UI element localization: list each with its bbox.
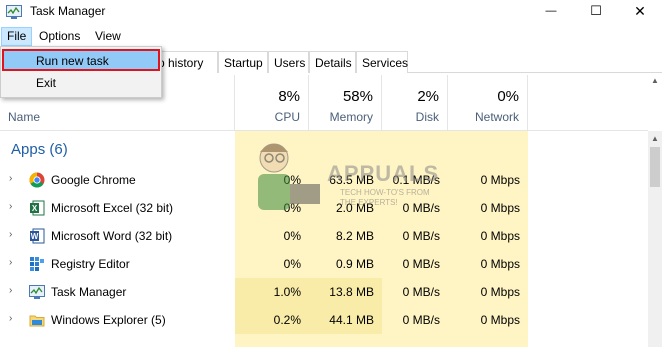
cpu-total: 8%	[278, 88, 300, 105]
chrome-icon	[29, 172, 45, 188]
minimize-icon: —	[545, 5, 557, 17]
column-label-memory: Memory	[329, 110, 373, 124]
collapse-header-icon[interactable]: ▲	[648, 76, 662, 90]
table-row[interactable]: › Registry Editor 0% 0.9 MB 0 MB/s 0 Mbp…	[0, 250, 648, 278]
expand-chevron-icon[interactable]: ›	[9, 174, 19, 184]
column-header-cpu[interactable]: 8% CPU	[235, 75, 309, 130]
group-title-apps: Apps (6)	[11, 141, 68, 158]
expand-chevron-icon[interactable]: ›	[9, 202, 19, 212]
expand-chevron-icon[interactable]: ›	[9, 314, 19, 324]
column-label-name: Name	[8, 110, 41, 124]
window-title: Task Manager	[30, 4, 106, 18]
column-label-cpu: CPU	[274, 110, 300, 124]
menu-item-exit[interactable]: Exit	[2, 72, 160, 94]
table-row[interactable]: › X Microsoft Excel (32 bit) 0% 2.0 MB 0…	[0, 194, 648, 222]
svg-text:X: X	[32, 204, 38, 213]
maximize-icon: ☐	[590, 3, 602, 18]
disk-value: 0 MB/s	[402, 313, 440, 327]
registry-icon	[30, 257, 44, 271]
table-row[interactable]: › Task Manager 1.0% 13.8 MB 0 MB/s 0 Mbp…	[0, 278, 648, 306]
menu-options[interactable]: Options	[33, 27, 86, 46]
column-label-network: Network	[474, 110, 519, 124]
column-header-memory[interactable]: 58% Memory	[309, 75, 382, 130]
tab-users[interactable]: Users	[268, 51, 309, 73]
expand-chevron-icon[interactable]: ›	[9, 230, 19, 240]
header-divider	[0, 130, 648, 131]
expand-chevron-icon[interactable]: ›	[9, 286, 19, 296]
column-label-disk: Disk	[415, 110, 439, 124]
menu-file[interactable]: File	[1, 27, 33, 46]
task-manager-icon	[29, 285, 45, 299]
process-name: Microsoft Word (32 bit)	[51, 229, 173, 243]
file-menu-dropdown: Run new task Exit	[0, 46, 162, 98]
table-row[interactable]: › Windows Explorer (5) 0.2% 44.1 MB 0 MB…	[0, 306, 648, 334]
tab-startup[interactable]: Startup	[218, 51, 268, 73]
scroll-thumb[interactable]	[650, 147, 660, 187]
vertical-scrollbar[interactable]: ▲	[648, 131, 662, 347]
word-icon: W	[30, 228, 45, 244]
task-manager-icon	[6, 5, 22, 19]
cpu-value: 0.2%	[273, 313, 301, 327]
network-total: 0%	[497, 88, 519, 105]
svg-text:W: W	[31, 232, 39, 241]
folder-icon	[29, 315, 45, 327]
close-icon: ✕	[634, 2, 646, 19]
menu-item-run-new-task[interactable]: Run new task	[2, 49, 160, 71]
column-header-network[interactable]: 0% Network	[448, 75, 528, 130]
menu-view[interactable]: View	[89, 27, 127, 46]
minimize-button[interactable]: —	[529, 0, 573, 22]
process-name: Windows Explorer (5)	[51, 313, 166, 327]
process-name: Task Manager	[51, 285, 127, 299]
expand-chevron-icon[interactable]: ›	[9, 258, 19, 268]
menu-bar: File Options View	[0, 27, 662, 47]
process-name: Microsoft Excel (32 bit)	[51, 201, 174, 215]
column-header-disk[interactable]: 2% Disk	[382, 75, 448, 130]
scroll-up-icon[interactable]: ▲	[651, 134, 659, 143]
memory-total: 58%	[342, 88, 373, 105]
close-button[interactable]: ✕	[618, 0, 662, 22]
process-name: Registry Editor	[51, 257, 130, 271]
excel-icon: X	[30, 200, 45, 216]
table-row[interactable]: › Google Chrome 0% 63.5 MB 0.1 MB/s 0 Mb…	[0, 166, 648, 194]
process-list: › Google Chrome 0% 63.5 MB 0.1 MB/s 0 Mb…	[0, 166, 648, 334]
title-bar: Task Manager — ☐ ✕	[0, 0, 662, 26]
tab-services[interactable]: Services	[356, 51, 408, 73]
process-name: Google Chrome	[51, 173, 136, 187]
table-row[interactable]: › W Microsoft Word (32 bit) 0% 8.2 MB 0 …	[0, 222, 648, 250]
memory-value: 44.1 MB	[329, 313, 374, 327]
disk-total: 2%	[417, 88, 439, 105]
tab-details[interactable]: Details	[309, 51, 356, 73]
maximize-button[interactable]: ☐	[574, 0, 618, 22]
network-value: 0 Mbps	[480, 313, 520, 327]
